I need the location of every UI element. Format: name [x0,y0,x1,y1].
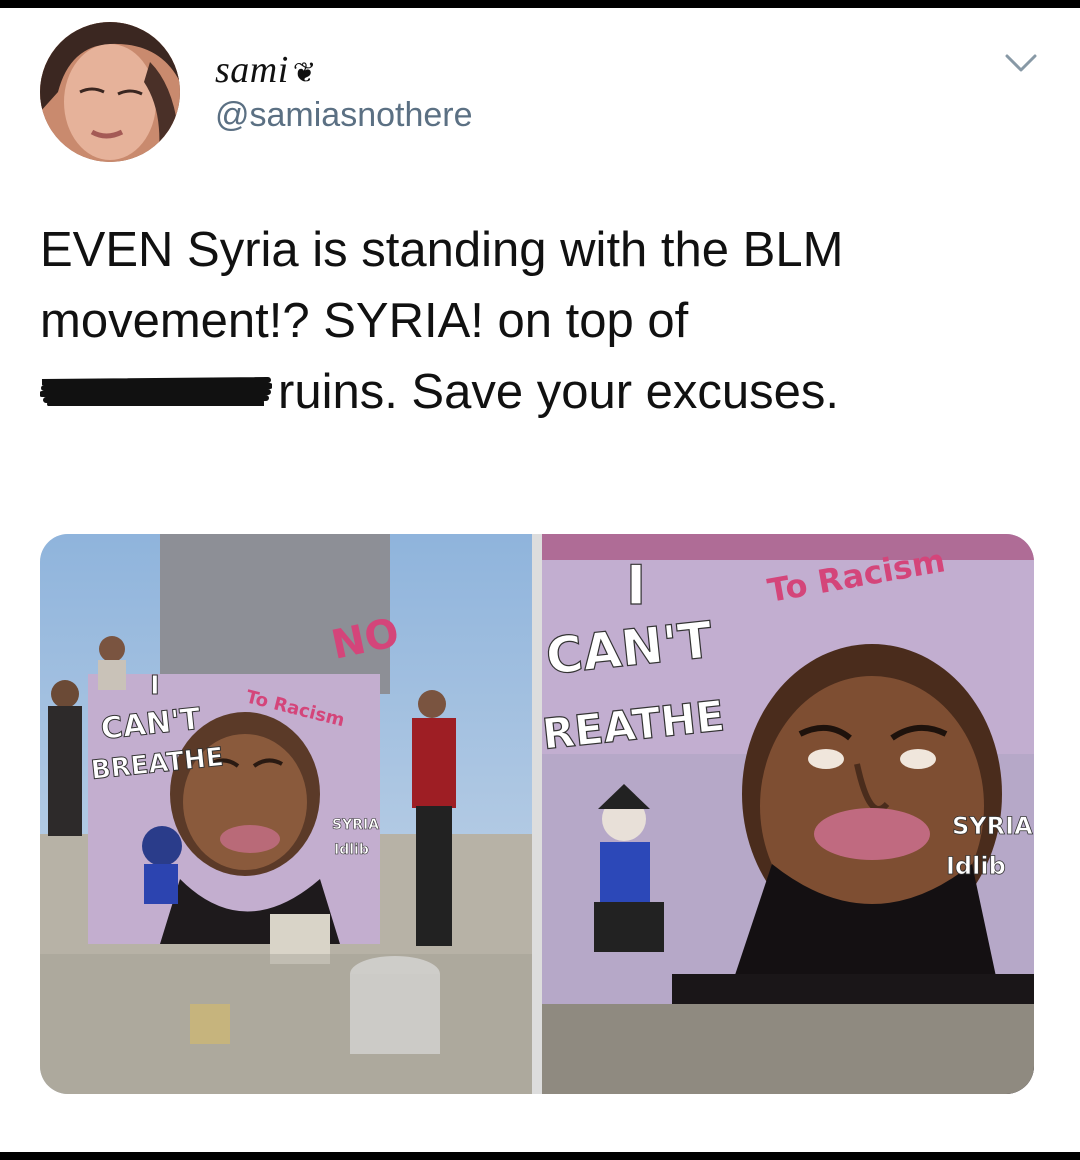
mural-right-i-text: I [626,554,646,617]
mural-syria-text: SYRIA [332,817,379,833]
mural-wide-image: NO I CAN'T BREATHE To Racism SYRIA Idlib [40,534,532,1094]
avatar-photo [40,22,180,162]
mural-right-syria-text: SYRIA [952,812,1033,840]
tweet-line-3: ruins. Save your excuses. [40,357,1040,428]
redaction-scribble [40,377,272,407]
mural-i-text: I [150,671,160,701]
tweet-text: EVEN Syria is standing with the BLM move… [40,215,1040,428]
display-name-text: sami [215,49,289,91]
photo-mural-closeup[interactable]: I CAN'T REATHE To Racism SYRIA Idlib [542,534,1034,1094]
mural-closeup-image: I CAN'T REATHE To Racism SYRIA Idlib [542,534,1034,1094]
tweet-line-2: movement!? SYRIA! on top of [40,294,689,348]
display-name[interactable]: sami ❦ [215,48,317,92]
avatar[interactable] [40,22,180,162]
heart-ornament-icon: ❦ [292,58,317,89]
top-border [0,0,1080,8]
mural-right-idlib-text: Idlib [946,852,1006,880]
tweet-line-3-text: ruins. Save your excuses. [278,365,840,419]
chevron-down-icon[interactable] [1004,50,1038,76]
user-handle[interactable]: @samiasnothere [215,96,473,135]
tweet-media[interactable]: NO I CAN'T BREATHE To Racism SYRIA Idlib [40,534,1034,1094]
photo-mural-wide[interactable]: NO I CAN'T BREATHE To Racism SYRIA Idlib [40,534,532,1094]
mural-idlib-text: Idlib [334,842,369,858]
tweet-line-1: EVEN Syria is standing with the BLM [40,223,844,277]
bottom-border [0,1152,1080,1160]
